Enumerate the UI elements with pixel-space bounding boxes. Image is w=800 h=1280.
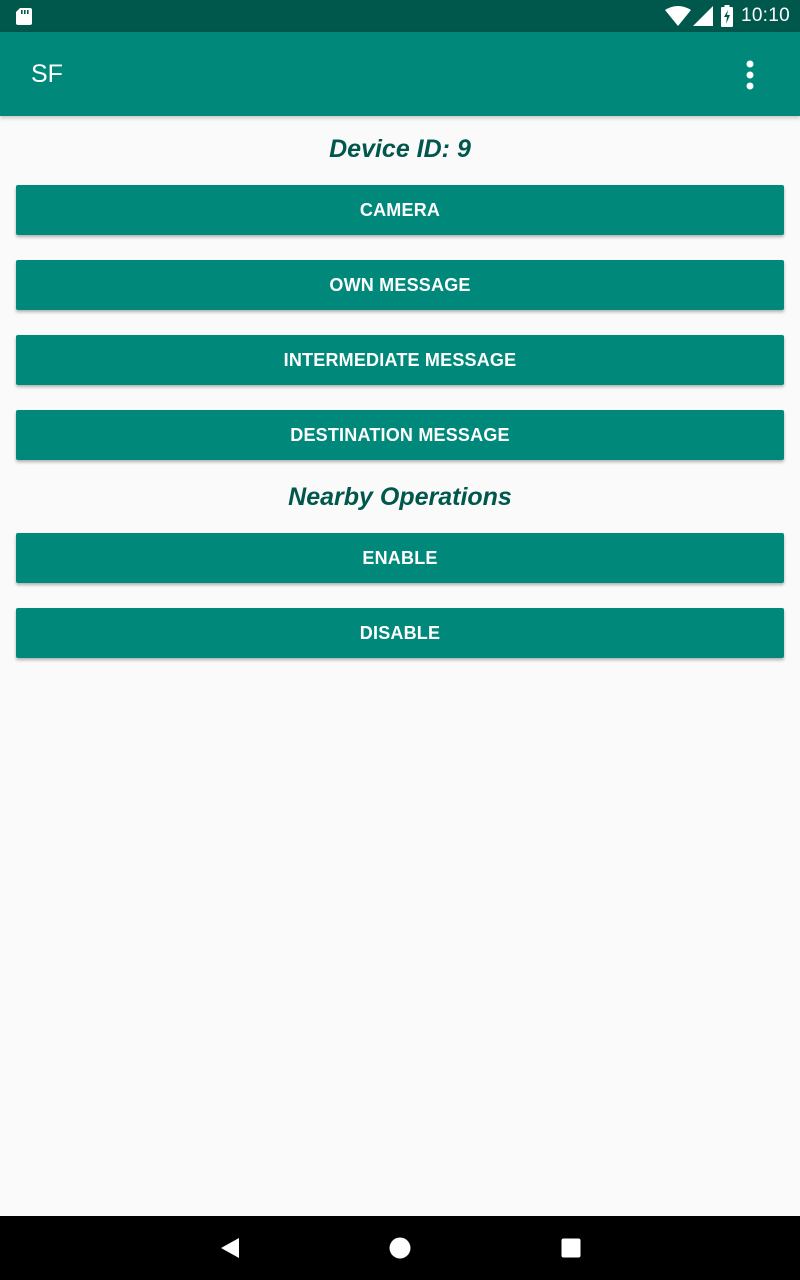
destination-message-button[interactable]: DESTINATION MESSAGE	[16, 410, 784, 460]
battery-charging-icon	[720, 5, 733, 27]
own-message-button[interactable]: OWN MESSAGE	[16, 260, 784, 310]
recents-icon	[561, 1238, 581, 1258]
camera-button[interactable]: CAMERA	[16, 185, 784, 235]
navigation-bar	[0, 1216, 800, 1280]
disable-button[interactable]: DISABLE	[16, 608, 784, 658]
status-time: 10:10	[740, 5, 790, 26]
wifi-icon	[664, 6, 691, 26]
cell-signal-icon	[692, 6, 713, 26]
app-title: SF	[31, 60, 63, 88]
recents-button[interactable]	[551, 1228, 591, 1268]
sd-card-icon	[15, 7, 33, 25]
intermediate-message-button[interactable]: INTERMEDIATE MESSAGE	[16, 335, 784, 385]
more-vert-icon	[746, 60, 754, 90]
device-id-heading: Device ID: 9	[329, 135, 471, 163]
nearby-operations-heading: Nearby Operations	[288, 483, 512, 511]
status-bar: 10:10	[0, 0, 800, 32]
back-icon	[221, 1238, 239, 1258]
back-button[interactable]	[210, 1228, 250, 1268]
app-bar: SF	[0, 32, 800, 116]
home-button[interactable]	[380, 1228, 420, 1268]
home-icon	[389, 1237, 411, 1259]
enable-button[interactable]: ENABLE	[16, 533, 784, 583]
overflow-menu-button[interactable]	[730, 56, 770, 96]
